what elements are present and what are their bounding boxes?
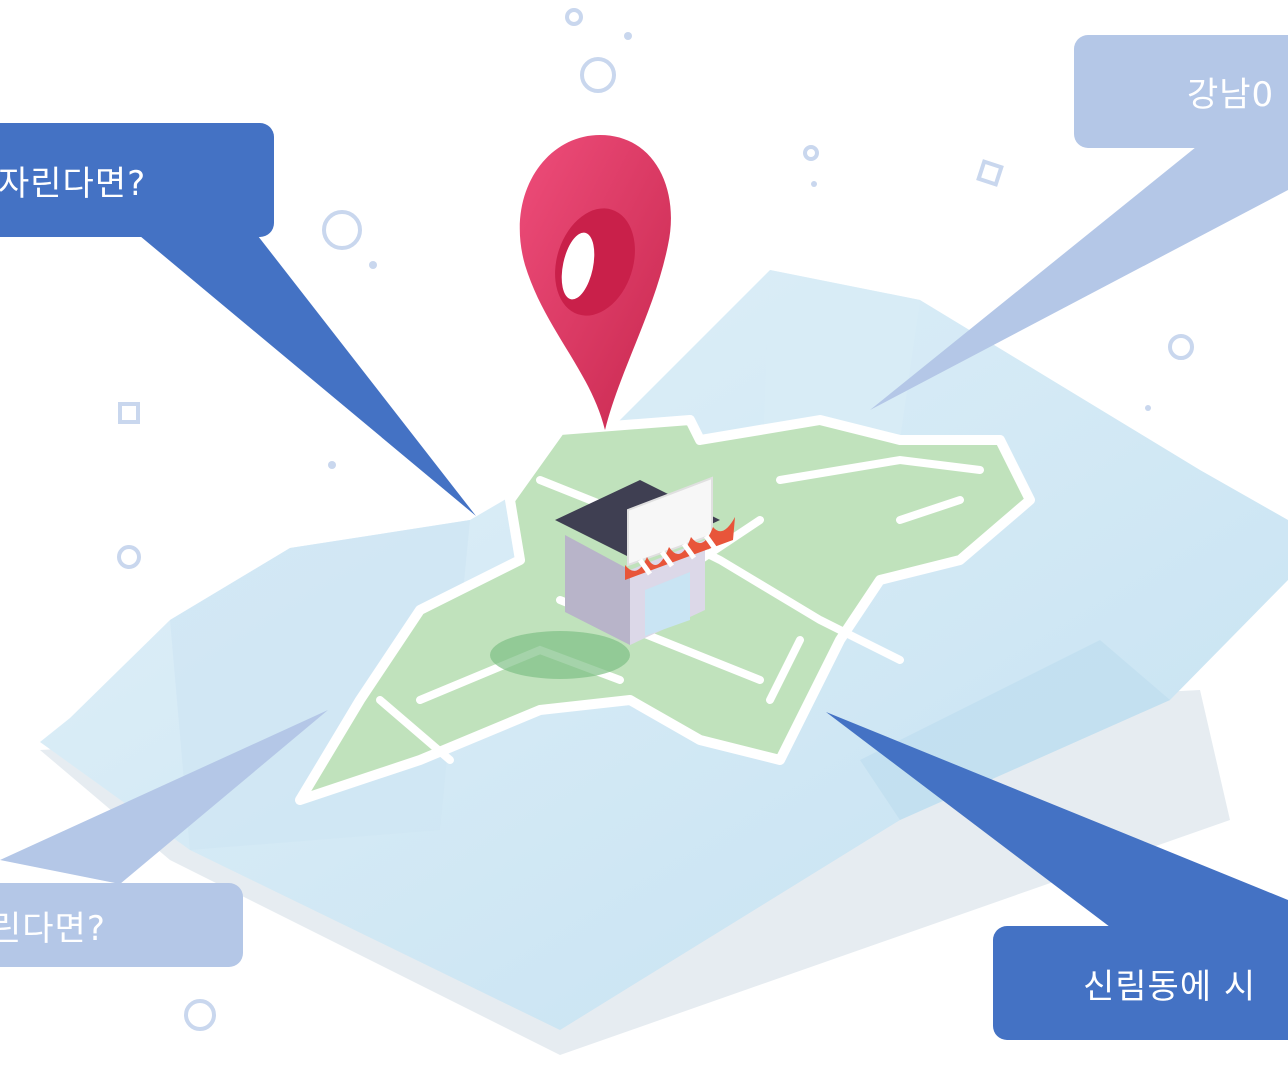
callout-top-left-text: 자린다면? bbox=[0, 163, 147, 204]
callout-top-left: 자린다면? bbox=[0, 123, 274, 237]
callout-top-right: 강남0 bbox=[1074, 35, 1288, 148]
callout-top-right-text: 강남0 bbox=[1187, 75, 1275, 115]
callout-bottom-left-text: 린다면? bbox=[0, 908, 106, 949]
callout-bottom-right-text: 신림동에 시 bbox=[1083, 966, 1257, 1007]
tail-top-right bbox=[870, 147, 1288, 410]
callout-bottom-left: 린다면? bbox=[0, 883, 243, 967]
tail-top-left bbox=[140, 236, 476, 516]
callout-bottom-right: 신림동에 시 bbox=[993, 926, 1288, 1040]
map-pin-icon bbox=[519, 135, 671, 430]
